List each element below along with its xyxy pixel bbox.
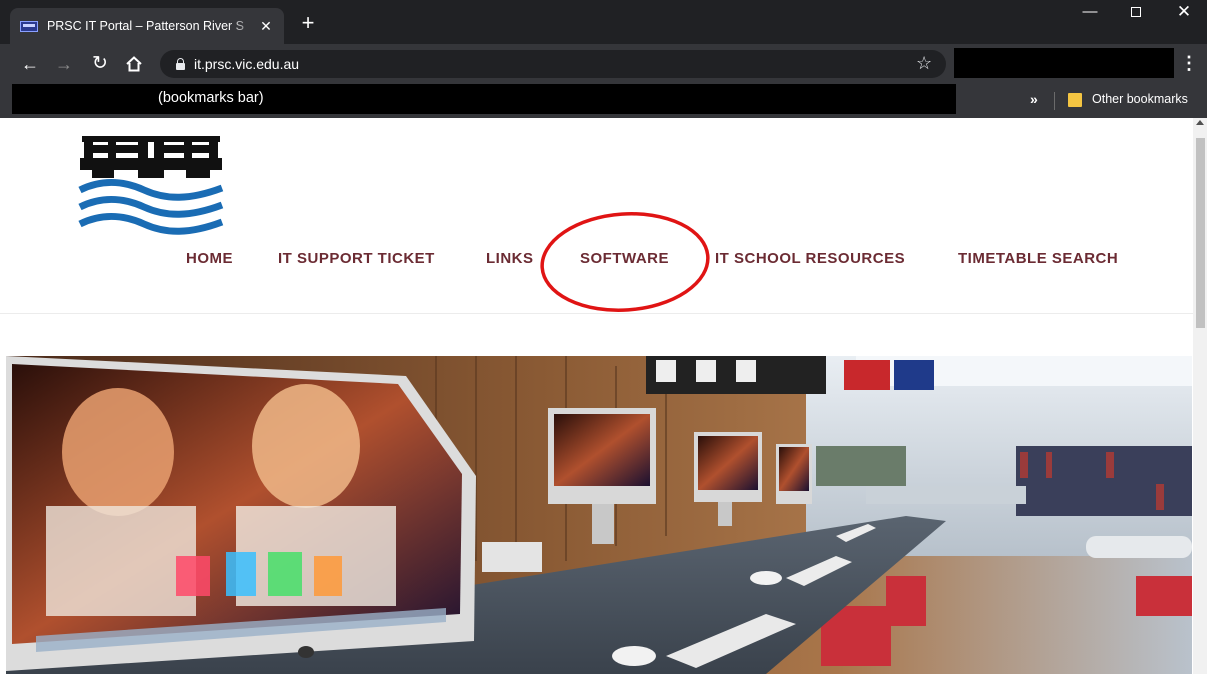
address-url[interactable]: it.prsc.vic.edu.au bbox=[194, 56, 299, 72]
star-icon[interactable]: ☆ bbox=[916, 53, 932, 74]
reload-icon[interactable]: ↻ bbox=[88, 52, 112, 76]
folder-icon[interactable] bbox=[1068, 93, 1082, 107]
browser-tab[interactable]: PRSC IT Portal – Patterson River S ✕ bbox=[10, 8, 284, 44]
scroll-up-arrow-icon[interactable] bbox=[1196, 120, 1204, 125]
redacted-bookmarks bbox=[12, 84, 956, 114]
scrollbar-thumb[interactable] bbox=[1196, 138, 1205, 328]
other-bookmarks-link[interactable]: Other bookmarks bbox=[1092, 92, 1188, 106]
header-divider bbox=[0, 313, 1193, 314]
window-close-icon[interactable]: ✕ bbox=[1164, 2, 1204, 24]
new-tab-plus-icon[interactable]: + bbox=[296, 12, 320, 34]
back-arrow-icon[interactable]: ← bbox=[18, 52, 42, 76]
bookmarks-separator bbox=[1054, 92, 1055, 110]
nav-timetable-search[interactable]: TIMETABLE SEARCH bbox=[958, 250, 1118, 267]
nav-home[interactable]: HOME bbox=[186, 250, 233, 267]
forward-arrow-icon[interactable]: → bbox=[52, 52, 76, 76]
nav-it-school-resources[interactable]: IT SCHOOL RESOURCES bbox=[715, 250, 905, 267]
bookmarks-overflow-chevron-icon[interactable]: » bbox=[1030, 91, 1038, 107]
school-logo[interactable] bbox=[78, 132, 224, 244]
bookmarks-bar: (bookmarks bar) » Other bookmarks bbox=[0, 84, 1207, 118]
page-scrollbar[interactable] bbox=[1193, 118, 1207, 674]
lock-icon[interactable] bbox=[176, 58, 185, 70]
hero-image-computer-lab bbox=[6, 356, 1192, 674]
tab-title: PRSC IT Portal – Patterson River S bbox=[46, 19, 245, 33]
browser-toolbar: ← → ↻ it.prsc.vic.edu.au ☆ ⋮ bbox=[0, 44, 1207, 84]
nav-software[interactable]: SOFTWARE bbox=[580, 250, 669, 267]
tab-close-icon[interactable]: ✕ bbox=[258, 18, 274, 35]
nav-links[interactable]: LINKS bbox=[486, 250, 534, 267]
window-minimize-icon[interactable]: — bbox=[1070, 2, 1110, 24]
page-viewport: HOME IT SUPPORT TICKET LINKS SOFTWARE IT… bbox=[0, 118, 1207, 674]
menu-icon[interactable]: ⋮ bbox=[1180, 52, 1198, 74]
address-bar[interactable]: it.prsc.vic.edu.au ☆ bbox=[160, 50, 946, 78]
bookmarks-bar-label: (bookmarks bar) bbox=[158, 90, 264, 106]
browser-tab-strip: PRSC IT Portal – Patterson River S ✕ + —… bbox=[0, 0, 1207, 44]
main-navigation: HOME IT SUPPORT TICKET LINKS SOFTWARE IT… bbox=[0, 250, 1193, 274]
window-maximize-icon[interactable] bbox=[1116, 2, 1156, 24]
nav-it-support-ticket[interactable]: IT SUPPORT TICKET bbox=[278, 250, 435, 267]
redacted-area bbox=[954, 48, 1174, 78]
home-icon[interactable] bbox=[122, 52, 146, 76]
site-favicon-icon bbox=[20, 20, 38, 32]
